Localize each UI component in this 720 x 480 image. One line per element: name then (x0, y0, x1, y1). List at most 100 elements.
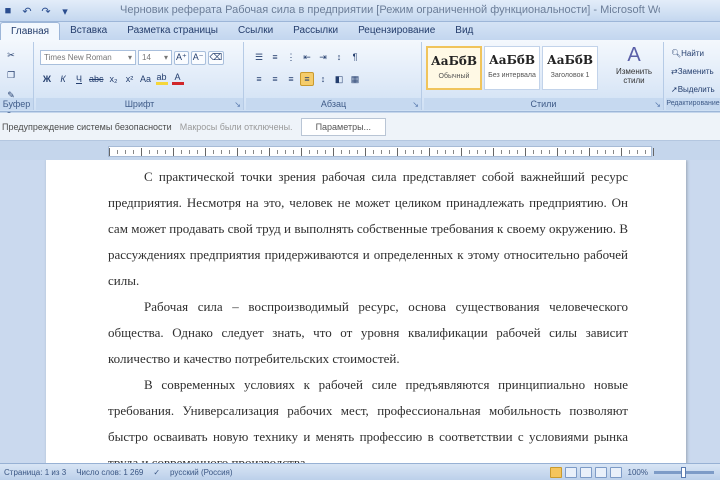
page-count[interactable]: Страница: 1 из 3 (4, 468, 66, 477)
print-layout-view-button[interactable] (549, 466, 562, 478)
ruler-tick (253, 150, 254, 154)
clear-formatting-icon[interactable]: ⌫ (207, 50, 225, 65)
tab-view[interactable]: Вид (445, 22, 483, 40)
ruler-tick (581, 150, 582, 154)
save-icon[interactable]: ■ (0, 3, 16, 19)
zoom-slider-thumb[interactable] (681, 466, 686, 478)
shrink-font-icon[interactable]: A⁻ (190, 50, 206, 65)
ruler-tick (213, 150, 214, 154)
tab-insert[interactable]: Вставка (60, 22, 117, 40)
dropdown-icon[interactable]: ▾ (57, 3, 73, 19)
editing-group: 🔍︎ Найти ⇄ Заменить ➚ Выделить Редактирован… (666, 42, 720, 110)
style-name: Без интервала (488, 72, 536, 79)
show-marks-icon[interactable]: ¶ (348, 50, 362, 64)
document-paragraph[interactable]: С практической точки зрения рабочая сила… (108, 164, 628, 294)
style-normal[interactable]: АаБбВ Обычный (426, 46, 482, 90)
ruler-tick (237, 148, 238, 156)
multilevel-list-icon[interactable]: ⋮ (284, 50, 298, 64)
decrease-indent-icon[interactable]: ⇤ (300, 50, 314, 64)
tab-references[interactable]: Ссылки (228, 22, 283, 40)
tab-review[interactable]: Рецензирование (348, 22, 445, 40)
horizontal-ruler[interactable] (108, 146, 654, 157)
align-center-icon[interactable]: ≡ (268, 72, 282, 86)
superscript-icon[interactable]: x² (123, 72, 137, 86)
justify-icon[interactable]: ≡ (300, 72, 314, 86)
font-name-value: Times New Roman (44, 53, 112, 62)
ruler-tick (269, 148, 270, 156)
find-icon: 🔍︎ (671, 48, 682, 58)
ruler-tick (125, 150, 126, 154)
font-name-combo[interactable]: Times New Roman ▾ (40, 50, 136, 65)
ruler-tick (405, 150, 406, 154)
font-color-icon[interactable]: A (171, 72, 185, 86)
numbering-icon[interactable]: ≡ (268, 50, 282, 64)
ruler-tick (605, 150, 606, 154)
ruler-tick (325, 150, 326, 154)
borders-icon[interactable]: ▦ (348, 72, 362, 86)
zoom-slider[interactable] (654, 466, 714, 478)
bold-icon[interactable]: Ж (40, 72, 54, 86)
strikethrough-icon[interactable]: abc (88, 72, 105, 86)
ruler-tick (349, 150, 350, 154)
title-bar: ■ ↶ ↷ ▾ Черновик реферата Рабочая сила в… (0, 0, 720, 22)
subscript-icon[interactable]: x₂ (107, 72, 121, 86)
dialog-launcher-icon[interactable]: ↘ (654, 100, 661, 109)
language-indicator[interactable]: русский (Россия) (170, 468, 233, 477)
proofing-icon[interactable]: ✓ (153, 468, 160, 477)
ruler-tick (645, 150, 646, 154)
ruler-tick (533, 150, 534, 154)
change-styles-button[interactable]: A Изменить стили (612, 44, 656, 96)
cut-icon[interactable]: ✂ (4, 48, 18, 62)
document-page[interactable]: С практической точки зрения рабочая сила… (46, 160, 686, 463)
document-paragraph[interactable]: Рабочая сила – воспроизводимый ресурс, о… (108, 294, 628, 372)
ruler-tick (229, 150, 230, 154)
style-no-spacing[interactable]: АаБбВ Без интервала (484, 46, 540, 90)
font-size-value: 14 (142, 53, 151, 62)
align-left-icon[interactable]: ≡ (252, 72, 266, 86)
word-count[interactable]: Число слов: 1 269 (76, 468, 143, 477)
font-size-combo[interactable]: 14 ▾ (138, 50, 172, 65)
shading-icon[interactable]: ◧ (332, 72, 346, 86)
change-case-icon[interactable]: Aa (139, 72, 153, 86)
document-area[interactable]: С практической точки зрения рабочая сила… (0, 160, 720, 463)
grow-font-icon[interactable]: A⁺ (174, 50, 189, 65)
copy-icon[interactable]: ❐ (4, 68, 18, 82)
message-bar: Предупреждение системы безопасности Макр… (0, 113, 720, 141)
ruler-tick (445, 150, 446, 154)
highlight-icon[interactable]: ab (155, 72, 169, 86)
draft-view-button[interactable] (609, 466, 622, 478)
ruler-tick (573, 150, 574, 154)
full-screen-view-button[interactable] (564, 466, 577, 478)
tab-page-layout[interactable]: Разметка страницы (117, 22, 228, 40)
outline-view-button[interactable] (594, 466, 607, 478)
ruler-tick (133, 150, 134, 154)
clipboard-group: ✂ ❐ ✎ Буфер обмена (0, 42, 34, 121)
ruler-tick (373, 150, 374, 154)
quick-access-toolbar: ■ ↶ ↷ ▾ (0, 3, 73, 19)
find-button[interactable]: 🔍︎ Найти (670, 46, 705, 60)
dialog-launcher-icon[interactable]: ↘ (412, 100, 419, 109)
align-right-icon[interactable]: ≡ (284, 72, 298, 86)
bullets-icon[interactable]: ☰ (252, 50, 266, 64)
zoom-level[interactable]: 100% (628, 468, 648, 477)
highlight-color-swatch (155, 82, 168, 85)
style-heading-1[interactable]: АаБбВ Заголовок 1 (542, 46, 598, 90)
tab-mailings[interactable]: Рассылки (283, 22, 348, 40)
options-button[interactable]: Параметры... (300, 117, 387, 136)
replace-button[interactable]: ⇄ Заменить (670, 64, 715, 78)
font-color-swatch (171, 82, 184, 85)
document-paragraph[interactable]: В современных условиях к рабочей силе пр… (108, 372, 628, 463)
tab-home[interactable]: Главная (0, 22, 61, 40)
redo-icon[interactable]: ↷ (38, 3, 54, 19)
ruler-tick (141, 148, 142, 156)
underline-icon[interactable]: Ч (72, 72, 86, 86)
line-spacing-icon[interactable]: ↕ (316, 72, 330, 86)
web-layout-view-button[interactable] (579, 466, 592, 478)
dialog-launcher-icon[interactable]: ↘ (234, 100, 241, 109)
undo-icon[interactable]: ↶ (19, 3, 35, 19)
sort-icon[interactable]: ↕ (332, 50, 346, 64)
ruler-tick (293, 150, 294, 154)
increase-indent-icon[interactable]: ⇥ (316, 50, 330, 64)
select-button[interactable]: ➚ Выделить (670, 82, 716, 96)
italic-icon[interactable]: К (56, 72, 70, 86)
